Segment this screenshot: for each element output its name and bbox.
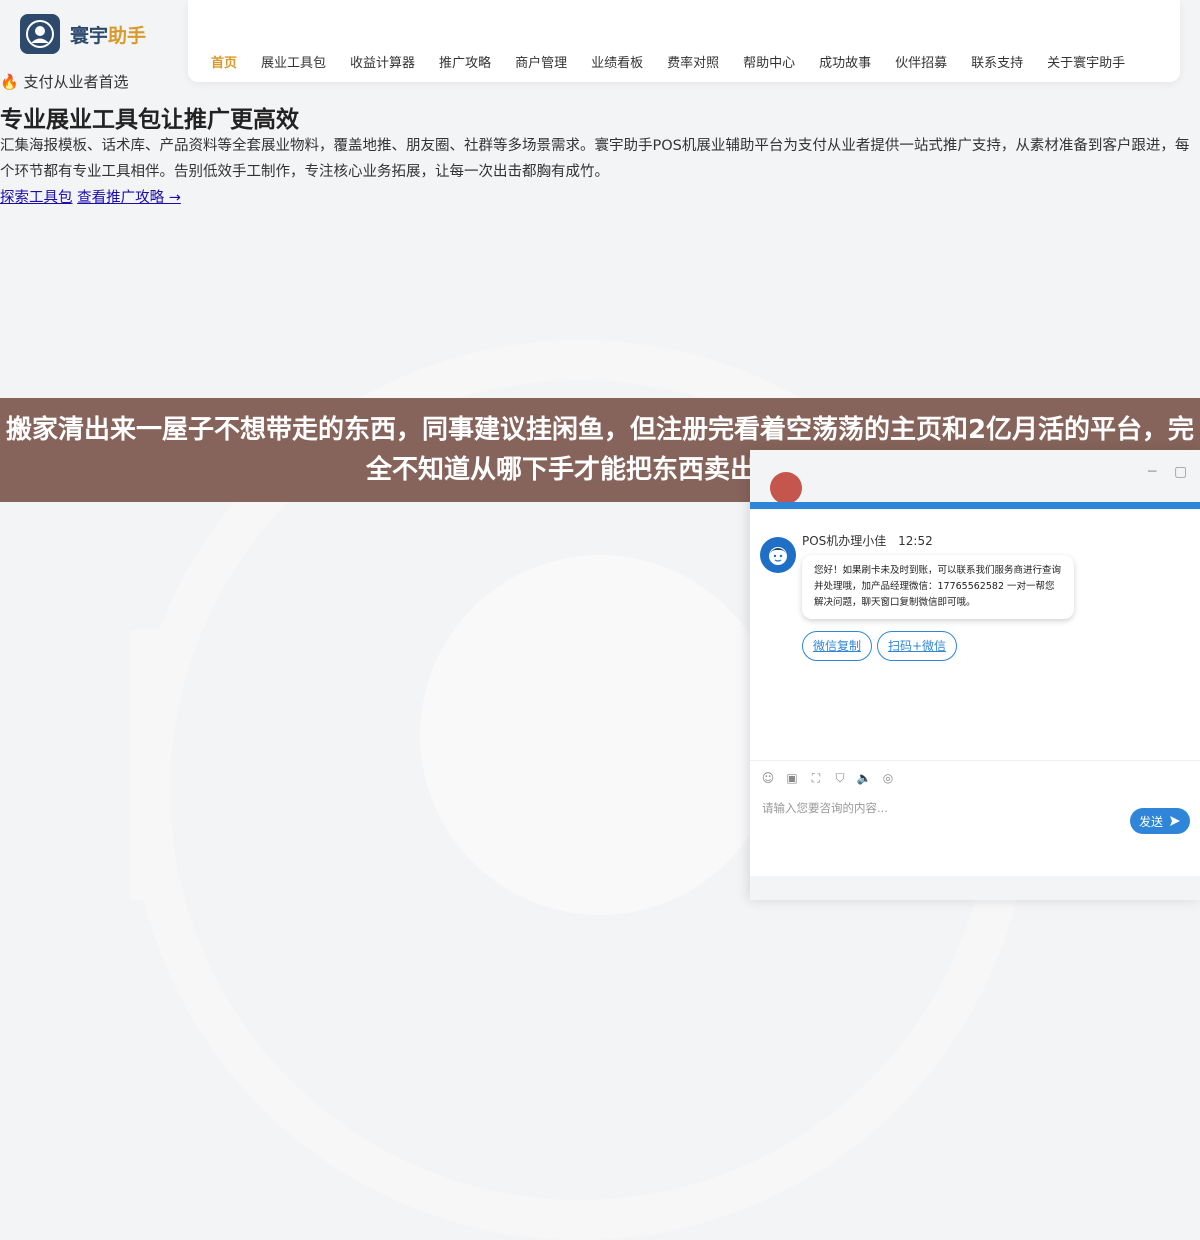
nav-item-stories[interactable]: 成功故事 xyxy=(807,52,883,71)
hero-links: 探索工具包 查看推广攻略 → xyxy=(0,186,181,207)
message-time: 12:52 xyxy=(898,534,933,548)
nav-item-guide[interactable]: 推广攻略 xyxy=(427,52,503,71)
smile-icon[interactable]: ☺ xyxy=(760,770,776,786)
brand-name-main: 寰宇 xyxy=(70,24,109,47)
message-meta: POS机办理小佳 12:52 xyxy=(802,532,933,549)
brand-name: 寰宇助手 xyxy=(70,21,146,48)
user-avatar-logo-icon xyxy=(20,14,60,54)
send-arrow-icon xyxy=(1170,816,1180,826)
chat-widget: ─ ▢ POS机办理小佳 12:52 您好！如果刷卡未及时到账，可以联系我们服务… xyxy=(750,450,1200,900)
brand-name-accent: 助手 xyxy=(108,24,147,47)
explore-toolkit-link[interactable]: 探索工具包 xyxy=(0,190,73,206)
agent-message-bubble: 您好！如果刷卡未及时到账，可以联系我们服务商进行查询并处理哦，加产品经理微信：1… xyxy=(802,555,1074,619)
hero-tagline: 🔥 支付从业者首选 xyxy=(0,71,128,92)
hero-tagline-text: 支付从业者首选 xyxy=(23,73,129,91)
nav-item-dashboard[interactable]: 业绩看板 xyxy=(579,52,655,71)
nav-item-merchants[interactable]: 商户管理 xyxy=(503,52,579,71)
hero-title: 专业展业工具包让推广更高效 xyxy=(0,107,299,133)
chat-divider xyxy=(750,760,1200,761)
shield-icon[interactable]: ⛉ xyxy=(832,770,848,786)
chat-message-input[interactable] xyxy=(760,800,1124,816)
nav-item-rates[interactable]: 费率对照 xyxy=(655,52,731,71)
chat-header xyxy=(750,450,1200,510)
nav-item-partners[interactable]: 伙伴招募 xyxy=(883,52,959,71)
nav-list: 首页 展业工具包 收益计算器 推广攻略 商户管理 业绩看板 费率对照 帮助中心 … xyxy=(199,52,1137,71)
wechat-icon[interactable]: ◎ xyxy=(880,770,896,786)
volume-icon[interactable]: 🔈 xyxy=(856,770,872,786)
image-icon[interactable]: ▣ xyxy=(784,770,800,786)
maximize-icon[interactable]: ▢ xyxy=(1174,464,1187,480)
view-guide-link[interactable]: 查看推广攻略 → xyxy=(77,190,181,206)
chat-footer xyxy=(750,876,1200,900)
site-logo[interactable]: 寰宇助手 xyxy=(20,13,146,55)
main-navigation: 首页 展业工具包 收益计算器 推广攻略 商户管理 业绩看板 费率对照 帮助中心 … xyxy=(188,0,1180,82)
send-button[interactable]: 发送 xyxy=(1130,808,1190,834)
nav-item-home[interactable]: 首页 xyxy=(199,52,249,71)
chat-accent-bar xyxy=(750,502,1200,509)
background-circle-decoration xyxy=(420,555,780,915)
chat-toolbar: ☺ ▣ ⛶ ⛉ 🔈 ◎ xyxy=(760,770,896,786)
send-button-label: 发送 xyxy=(1138,814,1163,829)
agent-name: POS机办理小佳 xyxy=(802,534,887,548)
minimize-icon[interactable]: ─ xyxy=(1148,464,1156,480)
scan-wechat-button[interactable]: 扫码+微信 xyxy=(877,631,958,661)
nav-item-calculator[interactable]: 收益计算器 xyxy=(338,52,427,71)
screenshot-icon[interactable]: ⛶ xyxy=(808,770,824,786)
nav-item-about[interactable]: 关于寰宇助手 xyxy=(1035,52,1137,71)
agent-face-icon xyxy=(769,547,787,565)
hero-description: 汇集海报模板、话术库、产品资料等全套展业物料，覆盖地推、朋友圈、社群等多场景需求… xyxy=(0,138,1190,180)
nav-item-help[interactable]: 帮助中心 xyxy=(731,52,807,71)
agent-avatar xyxy=(760,537,796,573)
fire-icon: 🔥 xyxy=(0,73,19,91)
nav-item-toolkit[interactable]: 展业工具包 xyxy=(249,52,338,71)
background-bar-decoration xyxy=(130,630,170,900)
nav-item-contact[interactable]: 联系支持 xyxy=(959,52,1035,71)
copy-wechat-button[interactable]: 微信复制 xyxy=(802,631,873,661)
chat-header-avatar xyxy=(770,472,802,504)
